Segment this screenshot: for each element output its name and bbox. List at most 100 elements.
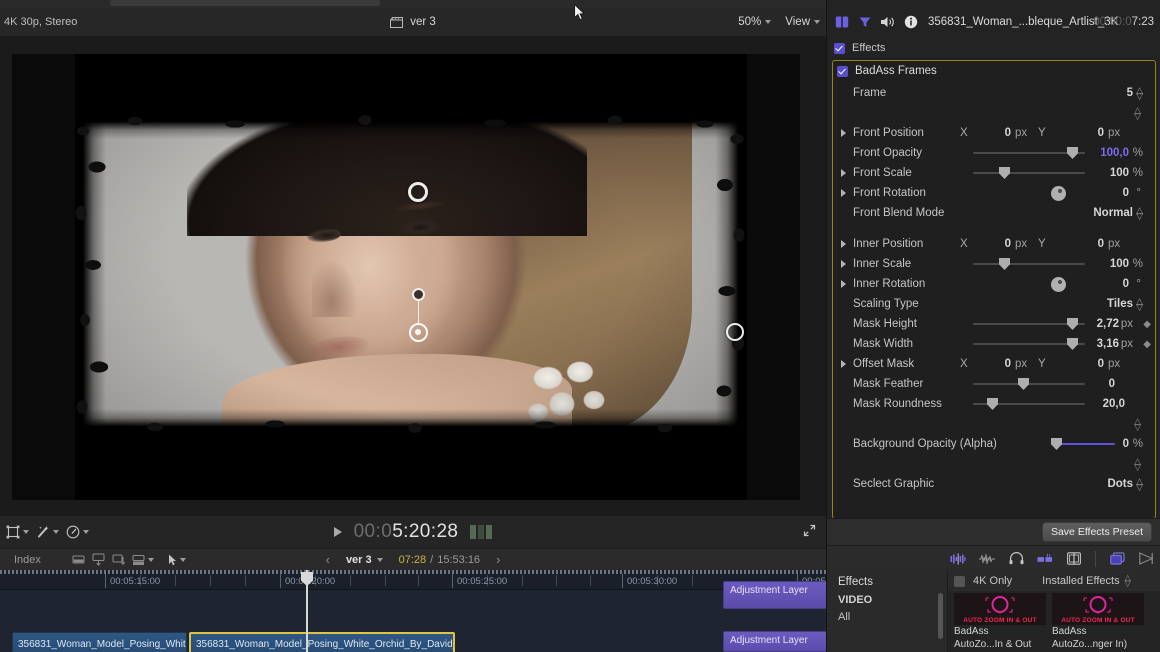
param-slider[interactable] xyxy=(973,397,1085,411)
stepper-icon[interactable]: △▽ xyxy=(1134,458,1141,470)
param-slider[interactable] xyxy=(1053,437,1115,451)
effect-title-row[interactable]: BadAss Frames xyxy=(833,61,1155,81)
param-value[interactable]: 0 xyxy=(1123,438,1129,450)
param-inner-position[interactable]: Inner Position X 0 px Y 0 px xyxy=(833,234,1155,254)
param-value[interactable]: 0 xyxy=(1123,278,1129,290)
disclosure-triangle-icon[interactable] xyxy=(841,360,846,368)
x-value[interactable]: 0 xyxy=(983,358,1011,370)
timeline-ruler[interactable]: 00:05:15:00 00:05:20:00 00:05:25:00 00:0… xyxy=(0,570,826,590)
param-frame[interactable]: Frame 5 △▽ xyxy=(833,83,1155,103)
x-value[interactable]: 0 xyxy=(983,127,1011,139)
media-browser-icon[interactable] xyxy=(1066,552,1082,566)
param-slider[interactable] xyxy=(973,166,1085,180)
effects-section-row[interactable]: Effects xyxy=(826,38,1160,58)
y-value[interactable]: 0 xyxy=(1061,238,1104,250)
timeline-body[interactable]: 00:05:15:00 00:05:20:00 00:05:25:00 00:0… xyxy=(0,570,826,652)
onscreen-rotation-handle[interactable] xyxy=(408,182,428,202)
param-inner-scale[interactable]: Inner Scale 100 % xyxy=(833,254,1155,274)
onscreen-scale-handle[interactable] xyxy=(726,323,744,341)
effect-thumbnail[interactable]: AUTO ZOOM IN & OUT xyxy=(1052,593,1144,625)
effect-browser-item[interactable]: AUTO ZOOM IN & OUT BadAss AutoZo...In & … xyxy=(954,593,1046,651)
popup-arrows-icon[interactable]: △▽ xyxy=(1136,207,1143,219)
disclosure-triangle-icon[interactable] xyxy=(841,260,846,268)
param-value[interactable]: 3,16 xyxy=(1097,338,1119,350)
inspector-body[interactable]: Effects BadAss Frames Frame 5 △▽ △▽ xyxy=(826,38,1160,520)
panel-divider[interactable] xyxy=(826,0,827,652)
param-front-blend-mode[interactable]: Front Blend Mode Normal △▽ xyxy=(833,203,1155,223)
param-slider[interactable] xyxy=(973,377,1085,391)
4k-only-checkbox[interactable] xyxy=(954,576,965,587)
popup-arrows-icon[interactable]: △▽ xyxy=(1136,478,1143,490)
param-front-position[interactable]: Front Position X 0 px Y 0 px xyxy=(833,123,1155,143)
chevron-left-icon[interactable]: ‹ xyxy=(326,552,330,567)
popup-arrows-icon[interactable]: △▽ xyxy=(1136,298,1143,310)
effect-badass-frames[interactable]: BadAss Frames Frame 5 △▽ △▽ xyxy=(832,60,1156,519)
effect-enable-checkbox[interactable] xyxy=(837,66,848,77)
param-value[interactable]: 100 xyxy=(1110,167,1129,179)
play-icon[interactable] xyxy=(334,527,342,537)
keyframe-icon[interactable]: ◆ xyxy=(1143,339,1151,350)
param-value[interactable]: Tiles xyxy=(1107,298,1133,310)
param-offset-mask[interactable]: Offset Mask X 0 px Y 0 px xyxy=(833,354,1155,374)
param-mask-feather[interactable]: Mask Feather 0 xyxy=(833,374,1155,394)
param-mask-roundness[interactable]: Mask Roundness 20,0 xyxy=(833,394,1155,414)
param-value[interactable]: 20,0 xyxy=(1103,398,1125,410)
disclosure-triangle-icon[interactable] xyxy=(841,189,846,197)
disclosure-triangle-icon[interactable] xyxy=(841,240,846,248)
param-background-opacity[interactable]: Background Opacity (Alpha) 0 % xyxy=(833,434,1155,454)
waveform-icon[interactable] xyxy=(979,552,995,566)
param-value[interactable]: 2,72 xyxy=(1097,318,1119,330)
y-value[interactable]: 0 xyxy=(1061,127,1104,139)
param-value[interactable]: 0 xyxy=(1123,187,1129,199)
param-value[interactable]: 100,0 xyxy=(1100,147,1129,159)
audio-meters-icon[interactable] xyxy=(950,552,966,566)
param-value[interactable]: 100 xyxy=(1110,258,1129,270)
param-slider[interactable] xyxy=(973,146,1085,160)
viewer-area[interactable] xyxy=(0,36,826,516)
param-select-graphic[interactable]: Seclect Graphic Dots △▽ xyxy=(833,474,1155,494)
slider-knob[interactable] xyxy=(987,398,998,410)
disclosure-triangle-icon[interactable] xyxy=(841,169,846,177)
installed-effects-selector[interactable]: Installed Effects △▽ xyxy=(1042,575,1131,587)
param-mask-width[interactable]: Mask Width 3,16 px ◆ xyxy=(833,334,1155,354)
param-inner-rotation[interactable]: Inner Rotation 0 ° xyxy=(833,274,1155,294)
timeline-project-selector[interactable]: ver 3 xyxy=(346,554,383,566)
keyframe-icon[interactable]: ◆ xyxy=(1143,319,1151,330)
rotation-dial[interactable] xyxy=(1051,186,1066,201)
slider-knob[interactable] xyxy=(1067,147,1078,159)
slider-knob[interactable] xyxy=(1067,318,1078,330)
param-front-rotation[interactable]: Front Rotation 0 ° xyxy=(833,183,1155,203)
stepper-icon[interactable]: △▽ xyxy=(1134,418,1141,430)
transitions-browser-icon[interactable] xyxy=(1109,552,1125,566)
zoom-level-button[interactable]: 50% xyxy=(738,16,771,28)
onscreen-position-handle[interactable] xyxy=(409,323,428,342)
x-value[interactable]: 0 xyxy=(983,238,1011,250)
timeline-adjustment-layer[interactable]: Adjustment Layer xyxy=(723,631,833,652)
slider-knob[interactable] xyxy=(1067,338,1078,350)
param-value[interactable]: Normal xyxy=(1093,207,1133,219)
disclosure-triangle-icon[interactable] xyxy=(841,280,846,288)
effect-browser-item[interactable]: AUTO ZOOM IN & OUT BadAss AutoZo...nger … xyxy=(1052,593,1144,651)
param-slider[interactable] xyxy=(973,337,1085,351)
param-slider[interactable] xyxy=(973,257,1085,271)
rotation-dial[interactable] xyxy=(1051,277,1066,292)
param-front-opacity[interactable]: Front Opacity 100,0 % xyxy=(833,143,1155,163)
effects-category-all[interactable]: All xyxy=(826,606,947,623)
close-browser-icon[interactable] xyxy=(1138,552,1154,566)
effects-category-video[interactable]: VIDEO xyxy=(826,588,947,606)
effects-checkbox[interactable] xyxy=(834,43,845,54)
slider-knob[interactable] xyxy=(999,258,1010,270)
param-value[interactable]: 0 xyxy=(1109,378,1115,390)
stepper-icon[interactable]: △▽ xyxy=(1136,87,1143,99)
effect-thumbnail[interactable]: AUTO ZOOM IN & OUT xyxy=(954,593,1046,625)
stepper-icon[interactable]: △▽ xyxy=(1134,107,1141,119)
viewer-canvas[interactable] xyxy=(12,54,800,500)
filter-icon[interactable] xyxy=(857,15,872,30)
param-value[interactable]: Dots xyxy=(1107,478,1133,490)
timeline-clip-selected[interactable]: 356831_Woman_Model_Posing_White_Orchid_B… xyxy=(189,632,455,652)
view-options-button[interactable]: View xyxy=(785,16,820,28)
share-inspector-icon[interactable] xyxy=(834,15,849,30)
param-slider[interactable] xyxy=(973,317,1085,331)
inspector-timecode[interactable]: 00:00:07:23 xyxy=(1093,16,1154,28)
info-icon[interactable] xyxy=(903,15,918,30)
